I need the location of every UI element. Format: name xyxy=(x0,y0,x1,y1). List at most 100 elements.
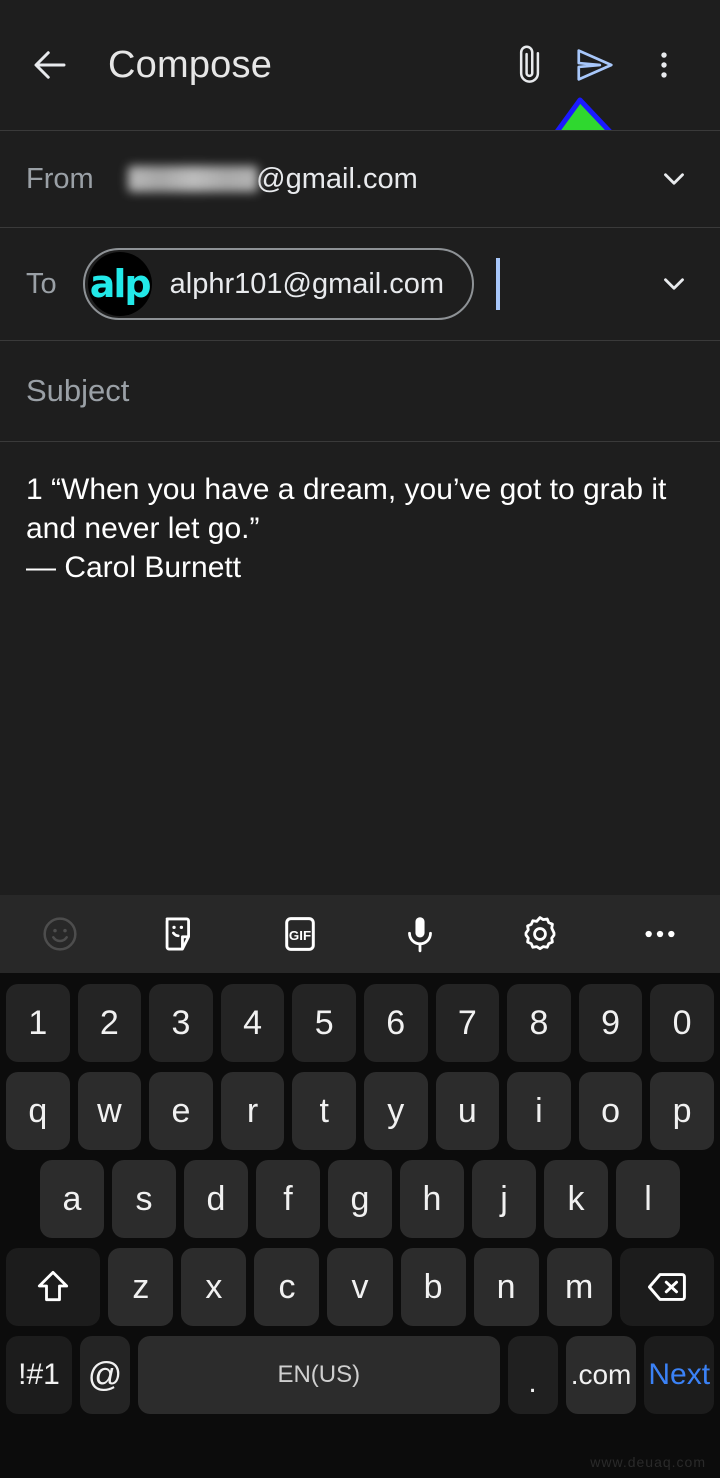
keyboard-row-numbers: 1 2 3 4 5 6 7 8 9 0 xyxy=(0,979,720,1067)
key-x[interactable]: x xyxy=(181,1248,247,1326)
key-l[interactable]: l xyxy=(616,1160,680,1238)
shift-key[interactable] xyxy=(6,1248,101,1326)
key-2[interactable]: 2 xyxy=(77,984,142,1062)
space-key[interactable]: EN(US) xyxy=(138,1336,500,1414)
keyboard-settings-button[interactable] xyxy=(480,895,600,973)
emoji-icon xyxy=(43,917,77,951)
key-m[interactable]: m xyxy=(546,1248,612,1326)
key-s[interactable]: s xyxy=(112,1160,176,1238)
from-value: xxxxxxxxx@gmail.com xyxy=(127,162,418,196)
gif-icon: GIF xyxy=(285,917,315,951)
keyboard-row-top: q w e r t y u i o p xyxy=(0,1067,720,1155)
microphone-icon xyxy=(408,917,432,953)
key-v[interactable]: v xyxy=(327,1248,393,1326)
key-c[interactable]: c xyxy=(254,1248,320,1326)
voice-input-button[interactable] xyxy=(360,895,480,973)
from-expand-button[interactable] xyxy=(654,159,694,199)
key-p[interactable]: p xyxy=(650,1072,714,1150)
send-button[interactable] xyxy=(562,33,630,97)
key-q[interactable]: q xyxy=(6,1072,70,1150)
keyboard-more-button[interactable] xyxy=(600,895,720,973)
key-g[interactable]: g xyxy=(328,1160,392,1238)
backspace-icon xyxy=(647,1273,686,1301)
shift-icon xyxy=(38,1270,69,1302)
watermark: www.deuaq.com xyxy=(590,1454,706,1470)
from-domain: @gmail.com xyxy=(256,162,418,195)
to-field-row[interactable]: To alp alphr101@gmail.com xyxy=(0,228,720,340)
period-key[interactable]: . xyxy=(507,1336,558,1414)
key-y[interactable]: y xyxy=(363,1072,428,1150)
key-e[interactable]: e xyxy=(149,1072,213,1150)
sticker-icon xyxy=(165,917,190,951)
keyboard-row-home: a s d f g h j k l xyxy=(0,1155,720,1243)
gear-icon xyxy=(524,916,556,951)
recipient-chip[interactable]: alp alphr101@gmail.com xyxy=(82,248,475,320)
key-0[interactable]: 0 xyxy=(650,984,714,1062)
key-t[interactable]: t xyxy=(292,1072,356,1150)
gif-button[interactable]: GIF xyxy=(240,895,360,973)
arrow-left-icon xyxy=(34,51,66,79)
compose-screen: Compose From @gmail.com To alp alphr101@… xyxy=(0,0,720,1478)
key-z[interactable]: z xyxy=(108,1248,174,1326)
back-button[interactable] xyxy=(22,37,78,93)
key-a[interactable]: a xyxy=(40,1160,104,1238)
key-3[interactable]: 3 xyxy=(149,984,213,1062)
key-5[interactable]: 5 xyxy=(292,984,356,1062)
subject-input[interactable]: Subject xyxy=(26,373,129,409)
key-6[interactable]: 6 xyxy=(363,984,428,1062)
overflow-menu-button[interactable] xyxy=(630,33,698,97)
to-expand-button[interactable] xyxy=(654,264,694,304)
message-body-area[interactable]: 1 “When you have a dream, you’ve got to … xyxy=(0,442,720,895)
message-body-text[interactable]: 1 “When you have a dream, you’ve got to … xyxy=(26,470,694,587)
key-j[interactable]: j xyxy=(472,1160,536,1238)
key-8[interactable]: 8 xyxy=(507,984,571,1062)
app-bar-actions xyxy=(494,33,698,97)
key-r[interactable]: r xyxy=(220,1072,285,1150)
key-k[interactable]: k xyxy=(544,1160,608,1238)
key-b[interactable]: b xyxy=(400,1248,466,1326)
keyboard-toolbar: GIF xyxy=(0,895,720,973)
keyboard-row-function: !#1 @ EN(US) . .com Next xyxy=(0,1331,720,1419)
symbols-key[interactable]: !#1 xyxy=(6,1336,73,1414)
attach-button[interactable] xyxy=(494,33,562,97)
more-horizontal-icon xyxy=(645,930,675,938)
key-i[interactable]: i xyxy=(507,1072,571,1150)
key-f[interactable]: f xyxy=(256,1160,320,1238)
send-icon xyxy=(577,49,613,81)
at-key[interactable]: @ xyxy=(80,1336,131,1414)
paperclip-icon xyxy=(519,45,540,83)
to-label: To xyxy=(26,267,57,300)
key-9[interactable]: 9 xyxy=(578,984,643,1062)
avatar: alp xyxy=(87,252,152,316)
text-cursor xyxy=(496,258,501,310)
page-title: Compose xyxy=(108,43,273,86)
from-label: From xyxy=(26,162,94,195)
key-u[interactable]: u xyxy=(435,1072,500,1150)
more-vert-icon xyxy=(661,52,667,78)
key-h[interactable]: h xyxy=(400,1160,464,1238)
key-o[interactable]: o xyxy=(578,1072,643,1150)
key-7[interactable]: 7 xyxy=(435,984,500,1062)
recipient-email: alphr101@gmail.com xyxy=(169,267,445,300)
chevron-down-icon xyxy=(664,278,684,290)
key-4[interactable]: 4 xyxy=(220,984,285,1062)
key-1[interactable]: 1 xyxy=(6,984,70,1062)
dotcom-key[interactable]: .com xyxy=(565,1336,637,1414)
app-bar: Compose xyxy=(0,0,720,130)
backspace-key[interactable] xyxy=(619,1248,714,1326)
subject-field-row[interactable]: Subject xyxy=(0,341,720,441)
svg-text:GIF: GIF xyxy=(289,928,311,943)
emoji-button[interactable] xyxy=(0,895,120,973)
from-field-row[interactable]: From xxxxxxxxx@gmail.com xyxy=(0,131,720,227)
next-key[interactable]: Next xyxy=(644,1336,714,1414)
chevron-down-icon xyxy=(664,173,684,185)
keyboard-row-bottom: z x c v b n m xyxy=(0,1243,720,1331)
avatar-initials: alp xyxy=(89,262,152,306)
key-n[interactable]: n xyxy=(473,1248,539,1326)
keyboard-rows: 1 2 3 4 5 6 7 8 9 0 q w e r t y u i o p … xyxy=(0,973,720,1419)
from-redacted-username: xxxxxxxxx xyxy=(127,166,259,192)
key-w[interactable]: w xyxy=(77,1072,142,1150)
keyboard: GIF 1 2 3 4 5 6 7 8 9 0 q w e r t y u i … xyxy=(0,895,720,1478)
sticker-button[interactable] xyxy=(120,895,240,973)
key-d[interactable]: d xyxy=(184,1160,248,1238)
